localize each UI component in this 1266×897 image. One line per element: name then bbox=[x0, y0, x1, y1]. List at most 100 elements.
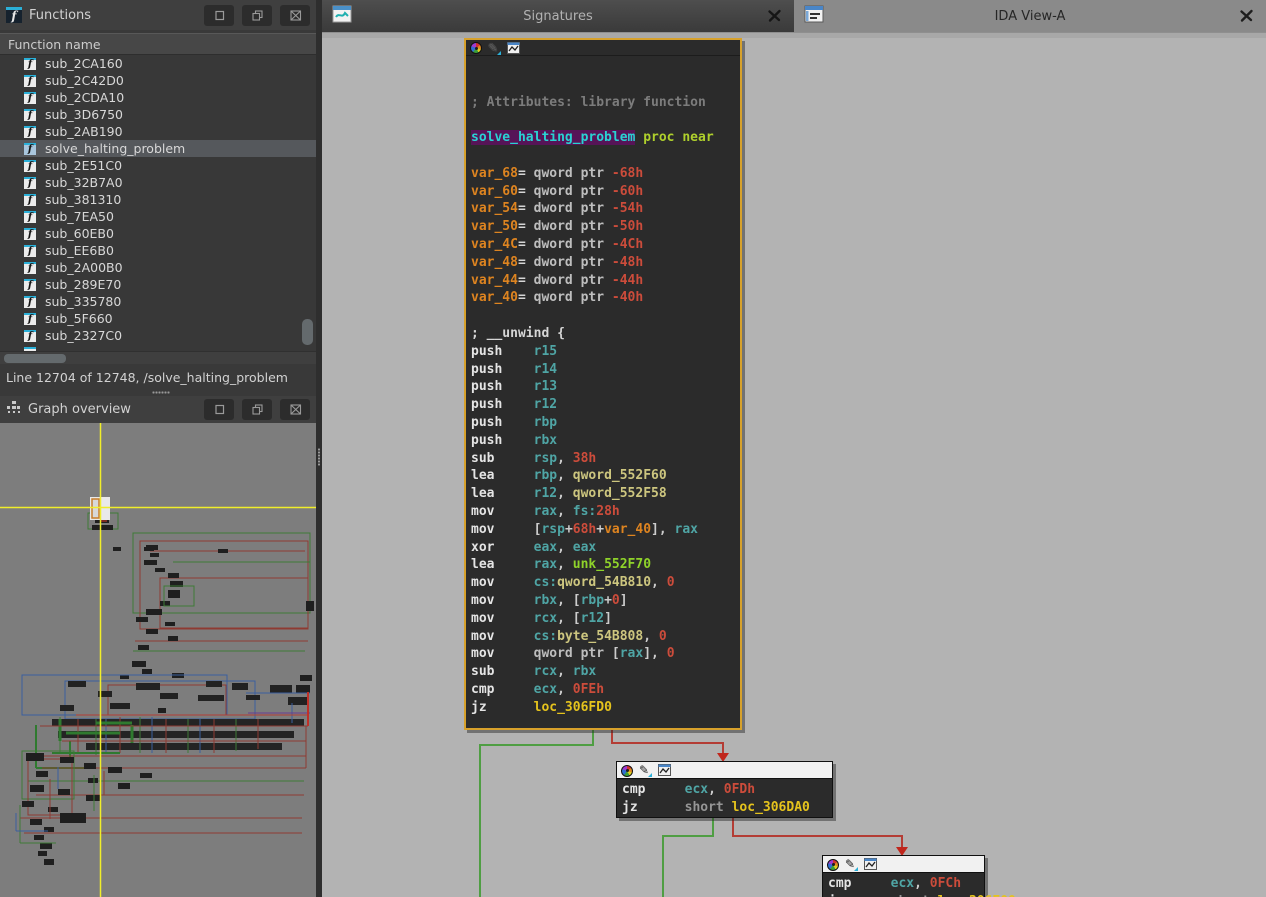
asm-line: sub rsp, 38h bbox=[471, 450, 735, 468]
function-name-label: sub_289E70 bbox=[45, 277, 121, 292]
asm-line bbox=[471, 147, 735, 165]
graph-overview-minimap[interactable] bbox=[0, 423, 316, 897]
graph-overview-icon bbox=[6, 400, 21, 419]
asm-line: push r13 bbox=[471, 378, 735, 396]
function-name-label: sub_2CA160 bbox=[45, 56, 123, 71]
function-icon: f bbox=[24, 177, 36, 189]
function-icon: f bbox=[24, 296, 36, 308]
vertical-splitter-handle[interactable] bbox=[317, 448, 321, 466]
asm-body-n3[interactable]: cmp ecx, 0FChjz short loc_306E00 bbox=[823, 873, 984, 897]
function-name-label: solve_halting_problem bbox=[45, 141, 185, 156]
graph-view-canvas[interactable]: ✎ ; Attributes: library function solve_h… bbox=[322, 38, 1266, 897]
function-list-item[interactable]: fsub_2C42D0 bbox=[0, 72, 316, 89]
function-list-item[interactable]: fsub_2A00B0 bbox=[0, 259, 316, 276]
tab-signatures[interactable]: Signatures bbox=[322, 0, 794, 32]
function-icon: f bbox=[24, 279, 36, 291]
minimap-graphic bbox=[0, 423, 316, 897]
function-list-item[interactable]: fsub_EE6B0 bbox=[0, 242, 316, 259]
function-list-item[interactable]: f sub_7EA50 bbox=[0, 208, 316, 225]
function-icon: f bbox=[24, 75, 36, 87]
horizontal-scrollbar[interactable] bbox=[0, 351, 316, 364]
function-list-item[interactable]: fsub_2E51C0 bbox=[0, 157, 316, 174]
function-list-item[interactable]: f solve_halting_problem bbox=[0, 140, 316, 157]
node-edit-icon[interactable]: ✎ bbox=[845, 858, 858, 871]
function-icon: f bbox=[24, 211, 36, 223]
asm-body-n2[interactable]: cmp ecx, 0FDhjz short loc_306DA0 bbox=[617, 779, 832, 819]
asm-line: mov cs:byte_54B808, 0 bbox=[471, 628, 735, 646]
asm-line: ; __unwind { bbox=[471, 325, 735, 343]
function-list-item[interactable]: fsub_60EB0 bbox=[0, 225, 316, 242]
ida-view-tab-icon bbox=[804, 5, 825, 28]
function-list-item[interactable]: fsub_2CDA10 bbox=[0, 89, 316, 106]
overview-close-button[interactable] bbox=[280, 399, 310, 420]
node-graph-icon[interactable] bbox=[864, 855, 877, 874]
asm-line: var_60= qword ptr -60h bbox=[471, 183, 735, 201]
asm-line bbox=[471, 58, 735, 76]
node-color-icon[interactable] bbox=[621, 765, 633, 777]
asm-line bbox=[471, 76, 735, 94]
function-list-item[interactable]: fsub_2AB190 bbox=[0, 123, 316, 140]
asm-line: mov rax, fs:28h bbox=[471, 503, 735, 521]
asm-line: mov cs:qword_54B810, 0 bbox=[471, 574, 735, 592]
close-button[interactable] bbox=[280, 5, 310, 26]
function-list-item[interactable]: fsub_5F660 bbox=[0, 310, 316, 327]
function-name-label: sub_381310 bbox=[45, 192, 121, 207]
graph-node-entry[interactable]: ✎ ; Attributes: library function solve_h… bbox=[464, 38, 742, 730]
asm-line: cmp ecx, 0FCh bbox=[828, 875, 979, 893]
vertical-scrollbar-thumb[interactable] bbox=[302, 319, 313, 345]
function-list-item[interactable]: fsub_3D6750 bbox=[0, 106, 316, 123]
asm-line: var_40= qword ptr -40h bbox=[471, 289, 735, 307]
node-graph-icon[interactable] bbox=[507, 39, 520, 58]
node-color-icon[interactable] bbox=[470, 42, 482, 54]
function-name-label: sub_7EA50 bbox=[45, 209, 114, 224]
functions-panel-title: Functions bbox=[29, 8, 196, 23]
view-tabbar: Signatures IDA View-A bbox=[322, 0, 1266, 32]
maximize-button[interactable] bbox=[204, 5, 234, 26]
function-icon: f bbox=[24, 330, 36, 342]
node-titlebar: ✎ bbox=[466, 40, 740, 56]
horizontal-scrollbar-thumb[interactable] bbox=[4, 354, 66, 363]
function-list-item[interactable]: f sub_289E70 bbox=[0, 276, 316, 293]
function-name-label: sub_5F660 bbox=[45, 311, 113, 326]
function-list-item[interactable]: fsub_32B7A0 bbox=[0, 174, 316, 191]
tab-ida-view-a-close-icon[interactable] bbox=[1239, 8, 1254, 27]
functions-panel-titlebar[interactable]: f Functions bbox=[0, 0, 316, 30]
function-list-item[interactable]: fsub_2CA160 bbox=[0, 55, 316, 72]
node-color-icon[interactable] bbox=[827, 859, 839, 871]
function-name-label: sub_2E51C0 bbox=[45, 158, 122, 173]
function-list-item[interactable]: fsub_381310 bbox=[0, 191, 316, 208]
node-edit-icon[interactable]: ✎ bbox=[488, 42, 501, 55]
function-icon: f bbox=[24, 126, 36, 138]
function-list-item[interactable]: f sub_335780 bbox=[0, 293, 316, 310]
function-list: fsub_2CA160fsub_2C42D0fsub_2CDA10fsub_3D… bbox=[0, 55, 316, 351]
function-name-column-header[interactable]: Function name bbox=[0, 33, 316, 55]
tab-ida-view-a[interactable]: IDA View-A bbox=[794, 0, 1266, 32]
function-list-item[interactable]: fsub_2327C0 bbox=[0, 327, 316, 344]
horizontal-splitter-handle[interactable] bbox=[152, 391, 170, 394]
asm-body-n1[interactable]: ; Attributes: library function solve_hal… bbox=[466, 56, 740, 718]
float-button[interactable] bbox=[242, 5, 272, 26]
asm-line: var_68= qword ptr -68h bbox=[471, 165, 735, 183]
overview-float-button[interactable] bbox=[242, 399, 272, 420]
left-panel-column: f Functions Function name fsub_2CA160fsu… bbox=[0, 0, 316, 897]
asm-line: jz loc_306FD0 bbox=[471, 699, 735, 717]
disassembly-area: Signatures IDA View-A bbox=[322, 0, 1266, 897]
asm-line: cmp ecx, 0FEh bbox=[471, 681, 735, 699]
ida-window: f Functions Function name fsub_2CA160fsu… bbox=[0, 0, 1266, 897]
node-edit-icon[interactable]: ✎ bbox=[639, 764, 652, 777]
asm-line: lea r12, qword_552F58 bbox=[471, 485, 735, 503]
graph-overview-titlebar[interactable]: Graph overview bbox=[0, 396, 316, 423]
graph-node-cmp-0fch[interactable]: ✎ cmp ecx, 0FChjz short loc_306E00 bbox=[822, 855, 985, 897]
asm-line bbox=[471, 307, 735, 325]
asm-line: ; Attributes: library function bbox=[471, 94, 735, 112]
node-graph-icon[interactable] bbox=[658, 761, 671, 780]
tab-ida-view-a-label: IDA View-A bbox=[794, 9, 1266, 24]
tab-signatures-close-icon[interactable] bbox=[767, 8, 782, 27]
graph-node-cmp-0fdh[interactable]: ✎ cmp ecx, 0FDhjz short loc_306DA0 bbox=[616, 761, 833, 818]
overview-maximize-button[interactable] bbox=[204, 399, 234, 420]
function-name-label: sub_335780 bbox=[45, 294, 121, 309]
asm-line: lea rax, unk_552F70 bbox=[471, 556, 735, 574]
graph-overview-title: Graph overview bbox=[28, 402, 196, 417]
asm-line: var_48= dword ptr -48h bbox=[471, 254, 735, 272]
function-icon: f bbox=[24, 143, 36, 155]
